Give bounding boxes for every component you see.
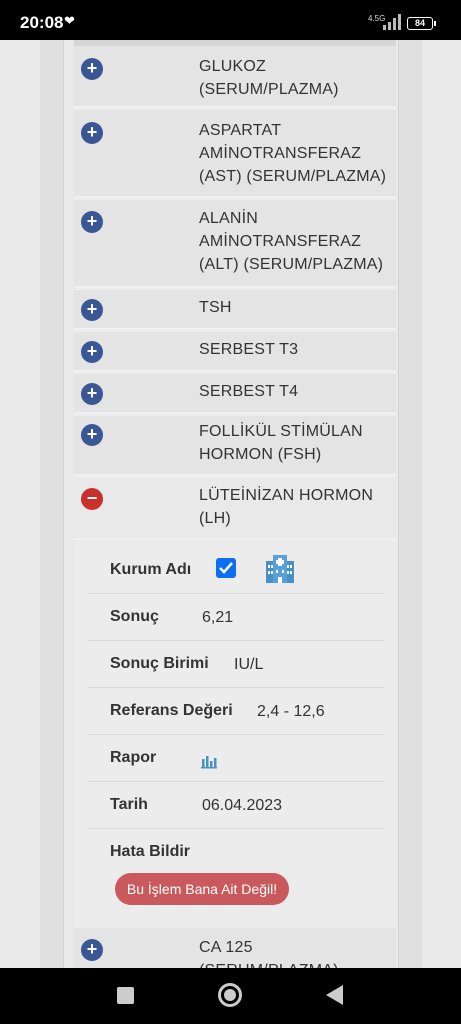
test-name: ASPARTAT AMİNOTRANSFERAZ (AST) (SERUM/PL… [199,122,387,185]
test-row-serbest-t3[interactable]: + SERBEST T3 [74,332,396,372]
date-label: Tarih [110,796,148,813]
home-icon[interactable] [218,983,242,1007]
test-row-tsh[interactable]: + TSH [74,290,396,330]
bar-chart-icon[interactable] [200,753,218,769]
status-time: 20:08 [20,13,64,32]
right-rail [398,40,422,968]
test-row-alt[interactable]: + ALANİN AMİNOTRANSFERAZ (ALT) (SERUM/PL… [74,200,396,288]
test-row-ca125[interactable]: + CA 125 (SERUM/PLAZMA) [74,928,396,968]
plus-icon[interactable]: + [81,299,103,321]
hospital-building-icon[interactable] [264,553,296,585]
back-icon[interactable] [326,985,343,1005]
test-name: GLUKOZ (SERUM/PLAZMA) [199,58,339,98]
status-bar: 20:08 ❤ 4.5G 84 [0,0,461,40]
test-name: SERBEST T3 [199,341,299,358]
plus-icon[interactable]: + [81,424,103,446]
reference-value: 2,4 - 12,6 [257,703,325,720]
test-name: FOLLİKÜL STİMÜLAN HORMON (FSH) [199,423,363,463]
detail-report: Rapor [88,735,384,782]
result-value: 6,21 [202,609,234,626]
signal-icon [383,14,401,30]
plus-icon[interactable]: + [81,341,103,363]
unit-label: Sonuç Birimi [110,655,209,672]
not-mine-button[interactable]: Bu İşlem Bana Ait Değil! [115,873,289,905]
test-row-fsh[interactable]: + FOLLİKÜL STİMÜLAN HORMON (FSH) [74,416,396,476]
institution-checkbox[interactable] [216,558,236,578]
test-row-serbest-t4[interactable]: + SERBEST T4 [74,374,396,414]
plus-icon[interactable]: + [81,211,103,233]
report-error-label: Hata Bildir [110,843,191,860]
unit-value: IU/L [234,656,264,673]
test-name: ALANİN AMİNOTRANSFERAZ (ALT) (SERUM/PLAZ… [199,210,384,273]
android-nav-bar [0,968,461,1024]
test-name: TSH [199,299,232,316]
test-name: LÜTEİNİZAN HORMON (LH) [199,487,374,527]
plus-icon[interactable]: + [81,939,103,961]
detail-reference: Referans Değeri 2,4 - 12,6 [88,688,384,735]
detail-result: Sonuç 6,21 [88,594,384,641]
test-row-glukoz[interactable]: + GLUKOZ (SERUM/PLAZMA) [74,46,396,108]
reference-label: Referans Değeri [110,702,233,719]
recent-apps-icon[interactable] [117,987,134,1004]
heart-icon: ❤ [64,13,75,28]
detail-institution: Kurum Adı [88,547,384,594]
result-label: Sonuç [110,608,159,625]
institution-label: Kurum Adı [110,561,192,578]
date-value: 06.04.2023 [202,797,283,814]
minus-icon[interactable]: − [81,488,103,510]
detail-unit: Sonuç Birimi IU/L [88,641,384,688]
left-rail [40,40,64,968]
plus-icon[interactable]: + [81,122,103,144]
test-row-ast[interactable]: + ASPARTAT AMİNOTRANSFERAZ (AST) (SERUM/… [74,110,396,198]
results-page: + GLUKOZ (SERUM/PLAZMA) + ASPARTAT AMİNO… [0,40,461,968]
test-row-lh[interactable]: − LÜTEİNİZAN HORMON (LH) [74,478,396,540]
test-name: SERBEST T4 [199,383,299,400]
battery-icon: 84 [407,17,436,30]
plus-icon[interactable]: + [81,383,103,405]
detail-error-report: Hata Bildir [88,829,384,876]
detail-date: Tarih 06.04.2023 [88,782,384,829]
test-name: CA 125 (SERUM/PLAZMA) [199,939,339,968]
plus-icon[interactable]: + [81,58,103,80]
report-label: Rapor [110,749,157,766]
